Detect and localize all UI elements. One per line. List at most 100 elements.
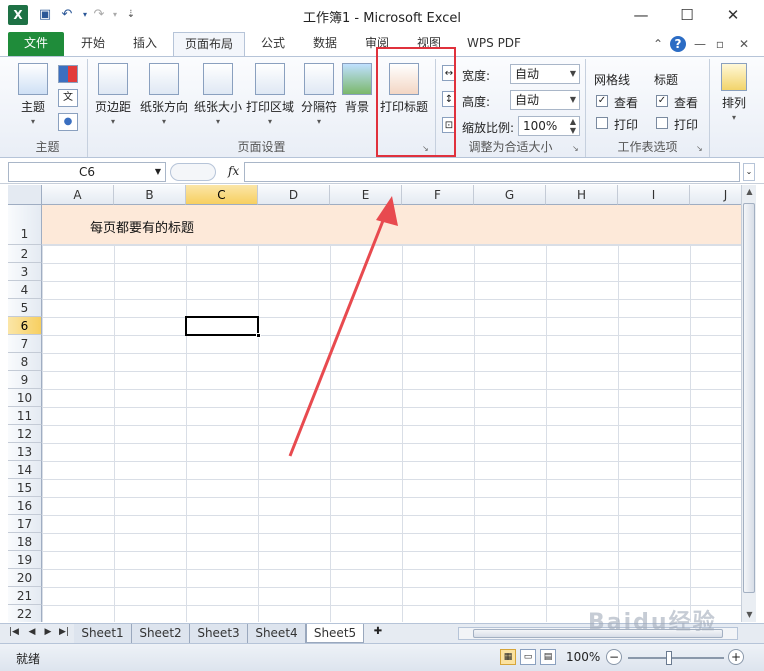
row-header-4[interactable]: 4 [8, 281, 42, 299]
column-header-i[interactable]: I [618, 185, 690, 205]
group-arrange: 排列 ▾ [710, 59, 758, 157]
tab-page-layout[interactable]: 页面布局 [173, 32, 245, 56]
first-sheet-icon[interactable]: |◀ [8, 627, 20, 637]
tab-wps-pdf[interactable]: WPS PDF [458, 32, 530, 56]
formula-expand-handle[interactable] [170, 163, 216, 181]
paper-size-icon [203, 63, 233, 95]
row-header-3[interactable]: 3 [8, 263, 42, 281]
minimize-button[interactable]: — [618, 0, 664, 30]
scale-launcher-icon[interactable]: ↘ [572, 144, 582, 154]
arrange-button[interactable]: 排列 ▾ [714, 63, 754, 122]
sheet-options-launcher-icon[interactable]: ↘ [696, 144, 706, 154]
next-sheet-icon[interactable]: ▶ [42, 627, 54, 637]
row-header-2[interactable]: 2 [8, 245, 42, 263]
height-select[interactable]: 自动 ▼ [510, 90, 580, 110]
gridlines-view-checkbox[interactable]: ✓ [596, 95, 608, 107]
sheet-tab-sheet1[interactable]: Sheet1 [74, 624, 132, 643]
row-header-10[interactable]: 10 [8, 389, 42, 407]
print-area-button[interactable]: 打印区域 ▾ [244, 63, 296, 126]
row-header-14[interactable]: 14 [8, 461, 42, 479]
row-header-15[interactable]: 15 [8, 479, 42, 497]
close-workbook-icon[interactable]: ✕ [736, 36, 752, 52]
sheet-tab-sheet2[interactable]: Sheet2 [132, 624, 190, 643]
row-header-9[interactable]: 9 [8, 371, 42, 389]
page-layout-view-icon[interactable]: ▭ [520, 649, 536, 665]
vertical-scrollbar[interactable]: ▲ ▼ [741, 185, 756, 622]
maximize-button[interactable]: ☐ [664, 0, 710, 30]
sheet-tab-sheet5[interactable]: Sheet5 [306, 624, 364, 643]
prev-sheet-icon[interactable]: ◀ [26, 627, 38, 637]
insert-function-icon[interactable]: fx [228, 164, 239, 178]
tab-insert[interactable]: 插入 [122, 32, 168, 56]
sheet-tab-sheet4[interactable]: Sheet4 [248, 624, 306, 643]
headings-print-checkbox[interactable] [656, 117, 668, 129]
active-cell-c6[interactable] [185, 316, 261, 338]
select-all-corner[interactable] [8, 185, 42, 205]
scroll-up-icon[interactable]: ▲ [743, 185, 756, 199]
insert-sheet-icon[interactable]: ✚ [368, 626, 388, 641]
row-header-12[interactable]: 12 [8, 425, 42, 443]
page-break-preview-icon[interactable]: ▤ [540, 649, 556, 665]
zoom-slider-knob[interactable] [666, 651, 672, 665]
row-header-22[interactable]: 22 [8, 605, 42, 622]
row-header-7[interactable]: 7 [8, 335, 42, 353]
themes-button[interactable]: 主题 ▾ [10, 63, 56, 126]
column-header-b[interactable]: B [114, 185, 186, 205]
theme-effects-icon[interactable]: ● [58, 113, 78, 131]
gridlines-header: 网格线 [594, 73, 631, 87]
row-header-16[interactable]: 16 [8, 497, 42, 515]
restore-workbook-icon[interactable]: ▫ [712, 36, 728, 52]
row-header-17[interactable]: 17 [8, 515, 42, 533]
column-header-c[interactable]: C [186, 185, 258, 205]
column-header-h[interactable]: H [546, 185, 618, 205]
row-header-21[interactable]: 21 [8, 587, 42, 605]
tab-home[interactable]: 开始 [70, 32, 116, 56]
zoom-slider-track[interactable] [628, 657, 724, 659]
background-button[interactable]: 背景 [340, 63, 374, 115]
scale-stepper[interactable]: 100% ▲ ▼ [518, 116, 580, 136]
fill-handle[interactable] [256, 333, 261, 338]
row-header-6[interactable]: 6 [8, 317, 42, 335]
stepper-arrows-icon[interactable]: ▲ ▼ [570, 117, 576, 135]
row-header-1[interactable]: 1 [8, 205, 42, 245]
row-header-5[interactable]: 5 [8, 299, 42, 317]
help-icon[interactable]: ? [670, 36, 686, 52]
gridlines-print-checkbox[interactable] [596, 117, 608, 129]
collapse-ribbon-icon[interactable]: ⌃ [650, 36, 666, 52]
orientation-label: 纸张方向 [139, 100, 188, 114]
tab-file[interactable]: 文件 [8, 32, 64, 56]
width-select[interactable]: 自动 ▼ [510, 64, 580, 84]
normal-view-icon[interactable]: ▦ [500, 649, 516, 665]
vertical-scroll-thumb[interactable] [743, 203, 755, 593]
size-button[interactable]: 纸张大小 ▾ [192, 63, 244, 126]
orientation-button[interactable]: 纸张方向 ▾ [138, 63, 190, 126]
row-header-19[interactable]: 19 [8, 551, 42, 569]
row-header-11[interactable]: 11 [8, 407, 42, 425]
row-header-13[interactable]: 13 [8, 443, 42, 461]
column-header-a[interactable]: A [42, 185, 114, 205]
scroll-down-icon[interactable]: ▼ [743, 608, 756, 622]
sheet-tab-sheet3[interactable]: Sheet3 [190, 624, 248, 643]
formula-input[interactable] [244, 162, 740, 182]
name-box[interactable]: C6 ▼ [8, 162, 166, 182]
minimize-workbook-icon[interactable]: — [692, 36, 708, 52]
column-header-j[interactable]: J [690, 185, 741, 205]
column-header-g[interactable]: G [474, 185, 546, 205]
formula-bar-expand-icon[interactable]: ⌄ [743, 163, 755, 181]
headings-view-checkbox[interactable]: ✓ [656, 95, 668, 107]
row-header-20[interactable]: 20 [8, 569, 42, 587]
zoom-out-icon[interactable]: − [606, 649, 622, 665]
breaks-button[interactable]: 分隔符 ▾ [296, 63, 342, 126]
theme-colors-icon[interactable] [58, 65, 78, 83]
close-button[interactable]: ✕ [710, 0, 756, 30]
last-sheet-icon[interactable]: ▶| [58, 627, 70, 637]
row-header-18[interactable]: 18 [8, 533, 42, 551]
tab-formulas[interactable]: 公式 [250, 32, 296, 56]
theme-fonts-icon[interactable]: 文 [58, 89, 78, 107]
zoom-level[interactable]: 100% [566, 650, 600, 664]
zoom-in-icon[interactable]: + [728, 649, 744, 665]
column-header-f[interactable]: F [402, 185, 474, 205]
margins-button[interactable]: 页边距 ▾ [90, 63, 136, 126]
row-header-8[interactable]: 8 [8, 353, 42, 371]
tab-data[interactable]: 数据 [302, 32, 348, 56]
